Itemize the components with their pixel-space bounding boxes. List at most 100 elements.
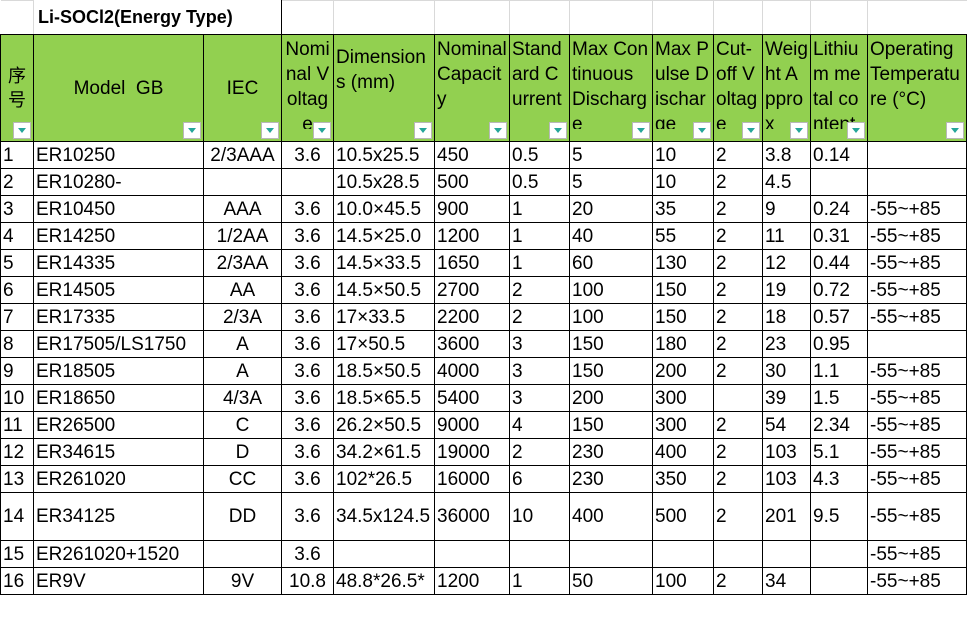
cell-cont[interactable]: 100 [569, 303, 654, 331]
cell-std[interactable]: 1 [509, 222, 571, 250]
cell-model[interactable]: ER14335 [33, 249, 204, 277]
cell-cutoff[interactable]: 2 [713, 249, 764, 277]
cell-cap[interactable]: 1200 [434, 222, 511, 250]
filter-dropdown-icon[interactable] [261, 122, 280, 139]
cell-voltage[interactable]: 3.6 [281, 465, 335, 493]
cell-voltage[interactable]: 3.6 [281, 195, 335, 223]
cell-dim[interactable]: 18.5×50.5 [333, 357, 436, 385]
cell-li[interactable]: 0.14 [810, 141, 869, 169]
cell-std[interactable]: 3 [509, 330, 571, 358]
cell-voltage[interactable] [281, 168, 335, 196]
cell-temp[interactable]: -55~+85 [867, 540, 967, 568]
cell-std[interactable]: 0.5 [509, 168, 571, 196]
cell-model[interactable]: ER17505/LS1750 [33, 330, 204, 358]
cell-std[interactable]: 0.5 [509, 141, 571, 169]
cell-model[interactable]: ER26500 [33, 411, 204, 439]
cell-li[interactable]: 2.34 [810, 411, 869, 439]
header-model[interactable]: Model GB [33, 34, 204, 142]
header-std-current[interactable]: Standard Current [509, 34, 571, 142]
cell-std[interactable]: 1 [509, 567, 571, 595]
cell-iec[interactable]: A [202, 330, 283, 358]
cell-pulse[interactable]: 500 [652, 492, 715, 541]
cell-weight[interactable]: 34 [762, 567, 812, 595]
cell-e1[interactable] [333, 0, 436, 35]
cell-temp[interactable]: -55~+85 [867, 465, 967, 493]
cell-cont[interactable]: 5 [569, 141, 654, 169]
cell-std[interactable]: 2 [509, 303, 571, 331]
cell-cutoff[interactable] [713, 540, 764, 568]
cell-li[interactable]: 0.44 [810, 249, 869, 277]
cell-g1[interactable] [509, 0, 571, 35]
cell-iec[interactable] [202, 168, 283, 196]
cell-li[interactable]: 0.57 [810, 303, 869, 331]
cell-cont[interactable]: 100 [569, 276, 654, 304]
cell-cutoff[interactable]: 2 [713, 168, 764, 196]
cell-pulse[interactable]: 150 [652, 303, 715, 331]
cell-temp[interactable]: -55~+85 [867, 567, 967, 595]
cell-cap[interactable]: 2700 [434, 276, 511, 304]
cell-pulse[interactable]: 100 [652, 567, 715, 595]
header-temp[interactable]: Operating Temperature (°C) [867, 34, 967, 142]
cell-cont[interactable]: 150 [569, 357, 654, 385]
cell-pulse[interactable]: 35 [652, 195, 715, 223]
cell-pulse[interactable]: 200 [652, 357, 715, 385]
cell-dim[interactable]: 18.5×65.5 [333, 384, 436, 412]
cell-iec[interactable]: CC [202, 465, 283, 493]
cell-pulse[interactable]: 150 [652, 276, 715, 304]
cell-a1[interactable] [0, 0, 34, 35]
cell-cap[interactable]: 16000 [434, 465, 511, 493]
cell-dim[interactable]: 17×33.5 [333, 303, 436, 331]
cell-std[interactable]: 1 [509, 249, 571, 277]
cell-model[interactable]: ER261020+1520 [33, 540, 204, 568]
cell-cont[interactable]: 230 [569, 465, 654, 493]
cell-cutoff[interactable]: 2 [713, 567, 764, 595]
cell-voltage[interactable]: 3.6 [281, 384, 335, 412]
cell-li[interactable] [810, 540, 869, 568]
cell-cutoff[interactable]: 2 [713, 438, 764, 466]
cell-iec[interactable] [202, 540, 283, 568]
cell-pulse[interactable]: 180 [652, 330, 715, 358]
cell-m1[interactable] [867, 0, 967, 35]
cell-li[interactable]: 1.1 [810, 357, 869, 385]
cell-std[interactable]: 4 [509, 411, 571, 439]
cell-seq[interactable]: 5 [0, 249, 34, 277]
filter-dropdown-icon[interactable] [313, 122, 332, 139]
cell-std[interactable]: 3 [509, 384, 571, 412]
cell-iec[interactable]: 1/2AA [202, 222, 283, 250]
filter-dropdown-icon[interactable] [549, 122, 568, 139]
cell-cont[interactable]: 20 [569, 195, 654, 223]
cell-pulse[interactable]: 10 [652, 141, 715, 169]
cell-li[interactable]: 5.1 [810, 438, 869, 466]
cell-cap[interactable]: 2200 [434, 303, 511, 331]
cell-std[interactable]: 6 [509, 465, 571, 493]
cell-temp[interactable]: -55~+85 [867, 276, 967, 304]
cell-li[interactable]: 0.72 [810, 276, 869, 304]
cell-iec[interactable]: A [202, 357, 283, 385]
cell-k1[interactable] [762, 0, 812, 35]
cell-model[interactable]: ER14505 [33, 276, 204, 304]
cell-std[interactable]: 10 [509, 492, 571, 541]
cell-cap[interactable]: 3600 [434, 330, 511, 358]
cell-dim[interactable]: 48.8*26.5* [333, 567, 436, 595]
header-max-cont[interactable]: Max Continuous Discharge [569, 34, 654, 142]
cell-cap[interactable]: 4000 [434, 357, 511, 385]
cell-cap[interactable]: 450 [434, 141, 511, 169]
cell-cont[interactable]: 40 [569, 222, 654, 250]
cell-cutoff[interactable]: 2 [713, 411, 764, 439]
cell-dim[interactable]: 14.5×33.5 [333, 249, 436, 277]
cell-cutoff[interactable]: 2 [713, 492, 764, 541]
cell-voltage[interactable]: 3.6 [281, 303, 335, 331]
filter-dropdown-icon[interactable] [13, 122, 31, 139]
cell-weight[interactable]: 54 [762, 411, 812, 439]
cell-cap[interactable]: 9000 [434, 411, 511, 439]
cell-weight[interactable]: 103 [762, 438, 812, 466]
cell-dim[interactable] [333, 540, 436, 568]
cell-cap[interactable]: 1650 [434, 249, 511, 277]
cell-temp[interactable]: -55~+85 [867, 357, 967, 385]
cell-seq[interactable]: 8 [0, 330, 34, 358]
header-dimensions[interactable]: Dimensions (mm) [333, 34, 436, 142]
cell-li[interactable] [810, 567, 869, 595]
cell-temp[interactable]: -55~+85 [867, 438, 967, 466]
header-max-pulse[interactable]: Max Pulse Discharge [652, 34, 715, 142]
cell-weight[interactable]: 4.5 [762, 168, 812, 196]
